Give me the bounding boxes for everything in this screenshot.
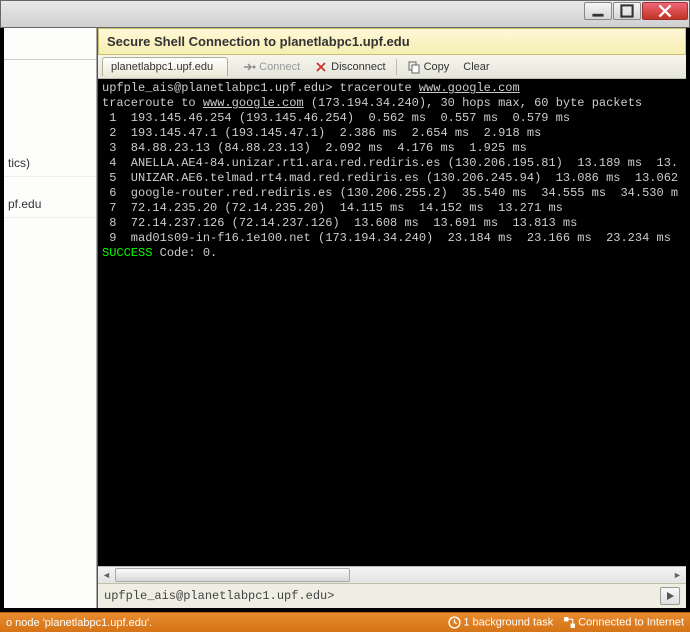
connect-icon bbox=[242, 60, 256, 74]
minimize-button[interactable] bbox=[584, 2, 612, 20]
play-icon bbox=[665, 591, 675, 601]
connect-button[interactable]: Connect bbox=[236, 58, 306, 76]
ssh-title: Secure Shell Connection to planetlabpc1.… bbox=[98, 28, 686, 55]
maximize-icon bbox=[620, 4, 634, 18]
network-icon bbox=[563, 616, 576, 629]
clear-label: Clear bbox=[463, 61, 489, 73]
disconnect-button[interactable]: Disconnect bbox=[308, 58, 391, 76]
minimize-icon bbox=[591, 4, 605, 18]
close-icon bbox=[658, 4, 672, 18]
term-line: 7 72.14.235.20 (72.14.235.20) 14.115 ms … bbox=[102, 201, 563, 215]
term-line: 2 193.145.47.1 (193.145.47.1) 2.386 ms 2… bbox=[102, 126, 541, 140]
term-success-line: SUCCESS Code: 0. bbox=[102, 246, 217, 260]
term-prompt-line: upfple_ais@planetlabpc1.upf.edu> tracero… bbox=[102, 81, 520, 95]
term-line: 6 google-router.red.rediris.es (130.206.… bbox=[102, 186, 678, 200]
term-line: 1 193.145.46.254 (193.145.46.254) 0.562 … bbox=[102, 111, 570, 125]
term-line: traceroute to www.google.com (173.194.34… bbox=[102, 96, 642, 110]
titlebar[interactable] bbox=[0, 0, 690, 28]
copy-label: Copy bbox=[424, 61, 450, 73]
term-line: 4 ANELLA.AE4-84.unizar.rt1.ara.red.redir… bbox=[102, 156, 678, 170]
status-left: o node 'planetlabpc1.upf.edu'. bbox=[6, 617, 152, 629]
app-window: tics) pf.edu Secure Shell Connection to … bbox=[0, 0, 690, 632]
scroll-thumb[interactable] bbox=[115, 568, 350, 582]
disconnect-label: Disconnect bbox=[331, 61, 385, 73]
close-button[interactable] bbox=[642, 2, 688, 20]
content-area: tics) pf.edu Secure Shell Connection to … bbox=[0, 28, 690, 612]
terminal-output[interactable]: upfple_ais@planetlabpc1.upf.edu> tracero… bbox=[98, 79, 686, 566]
status-bar: o node 'planetlabpc1.upf.edu'. 1 backgro… bbox=[0, 612, 690, 632]
term-line: 5 UNIZAR.AE6.telmad.rt4.mad.red.rediris.… bbox=[102, 171, 678, 185]
horizontal-scrollbar[interactable]: ◄ ► bbox=[98, 566, 686, 583]
command-input-bar: upfple_ais@planetlabpc1.upf.edu> bbox=[98, 583, 686, 608]
term-line: 3 84.88.23.13 (84.88.23.13) 2.092 ms 4.1… bbox=[102, 141, 527, 155]
toolbar-separator bbox=[396, 59, 397, 75]
ssh-panel: Secure Shell Connection to planetlabpc1.… bbox=[97, 28, 686, 608]
maximize-button[interactable] bbox=[613, 2, 641, 20]
copy-icon bbox=[407, 60, 421, 74]
disconnect-icon bbox=[314, 60, 328, 74]
term-line: 9 mad01s09-in-f16.1e100.net (173.194.34.… bbox=[102, 231, 671, 245]
ssh-toolbar: planetlabpc1.upf.edu Connect Disconnect … bbox=[98, 55, 686, 79]
clear-button[interactable]: Clear bbox=[457, 59, 495, 75]
status-task[interactable]: 1 background task bbox=[448, 616, 553, 629]
left-sidebar: tics) pf.edu bbox=[4, 28, 97, 608]
command-input[interactable] bbox=[334, 589, 660, 603]
task-icon bbox=[448, 616, 461, 629]
scroll-left-button[interactable]: ◄ bbox=[98, 567, 115, 584]
sidebar-header bbox=[4, 28, 96, 60]
scroll-right-button[interactable]: ► bbox=[669, 567, 686, 584]
copy-button[interactable]: Copy bbox=[401, 58, 456, 76]
submit-button[interactable] bbox=[660, 587, 680, 605]
input-prompt: upfple_ais@planetlabpc1.upf.edu> bbox=[104, 589, 334, 603]
status-net[interactable]: Connected to Internet bbox=[563, 616, 684, 629]
connect-label: Connect bbox=[259, 61, 300, 73]
term-line: 8 72.14.237.126 (72.14.237.126) 13.608 m… bbox=[102, 216, 577, 230]
host-tab[interactable]: planetlabpc1.upf.edu bbox=[102, 57, 228, 76]
sidebar-item-tics[interactable]: tics) bbox=[4, 150, 96, 177]
sidebar-item-host[interactable]: pf.edu bbox=[4, 191, 96, 218]
